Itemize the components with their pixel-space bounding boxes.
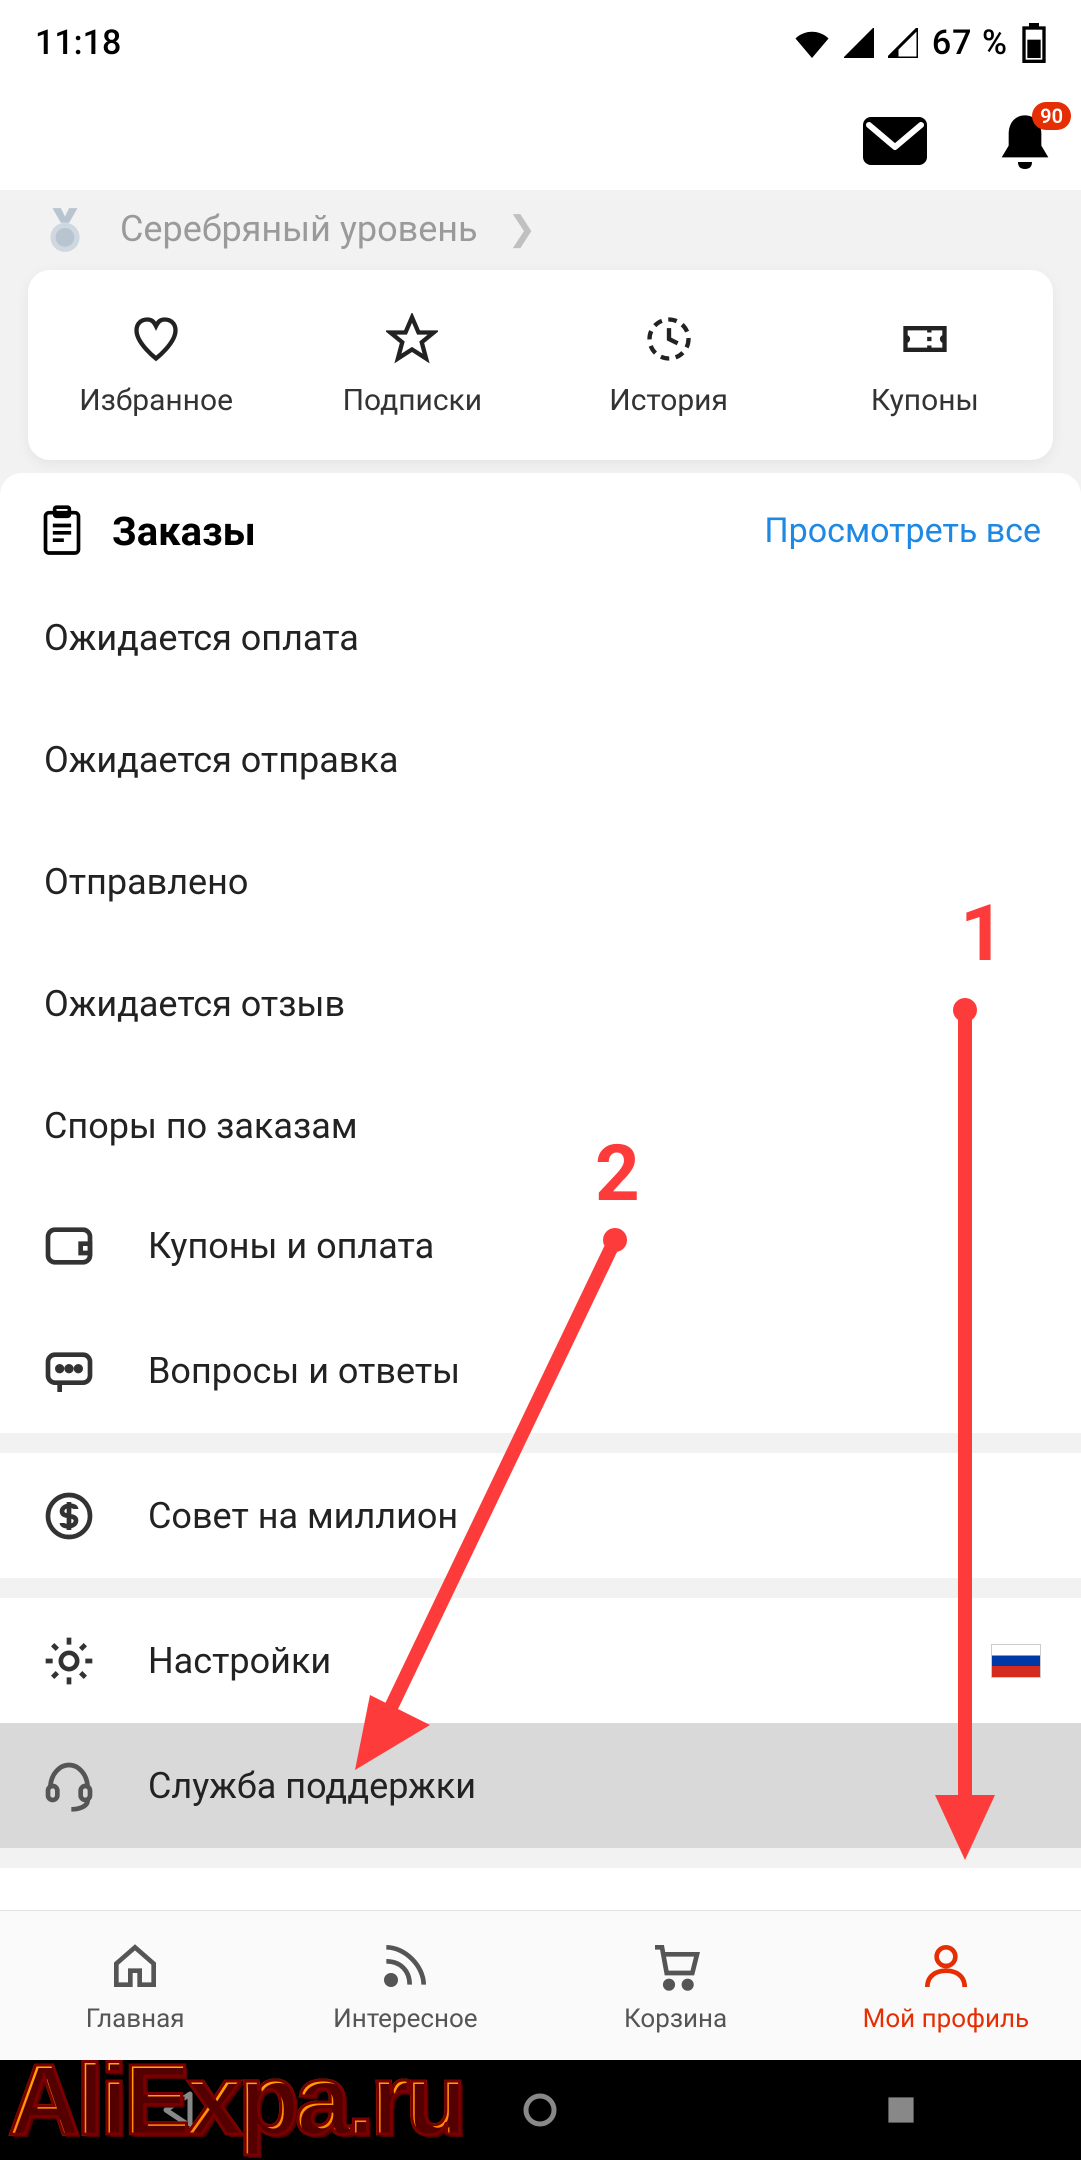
- header-icons: 90: [863, 95, 1053, 190]
- coupons-button[interactable]: Купоны: [797, 270, 1053, 460]
- messages-button[interactable]: [863, 117, 927, 169]
- dollar-icon: [41, 1488, 97, 1544]
- order-status-disputes[interactable]: Споры по заказам: [44, 1105, 1041, 1147]
- tab-profile[interactable]: Мой профиль: [811, 1911, 1081, 2060]
- menu-area: Купоны и оплата Вопросы и ответы Совет н…: [0, 1163, 1081, 1868]
- notifications-button[interactable]: 90: [997, 110, 1053, 176]
- signal-icon: [844, 28, 874, 58]
- tab-home[interactable]: Главная: [0, 1911, 270, 2060]
- battery-icon: [1022, 23, 1046, 63]
- triangle-back-icon: [160, 2090, 200, 2130]
- wallet-icon: [41, 1218, 97, 1274]
- history-button[interactable]: История: [541, 270, 797, 460]
- quick-links-card: Избранное Подписки История Купоны: [28, 270, 1053, 460]
- subscriptions-label: Подписки: [343, 383, 482, 418]
- member-level-label: Серебряный уровень: [120, 208, 478, 250]
- cart-icon: [648, 1938, 704, 1994]
- home-icon: [107, 1938, 163, 1994]
- history-icon: [643, 313, 695, 365]
- heart-icon: [130, 313, 182, 365]
- member-level-button[interactable]: Серебряный уровень ❯: [0, 194, 1081, 264]
- menu-coupons-payment[interactable]: Купоны и оплата: [0, 1183, 1081, 1308]
- orders-section: Заказы Просмотреть все Ожидается оплата …: [0, 473, 1081, 1187]
- tab-label: Главная: [86, 2004, 185, 2034]
- nav-home-button[interactable]: [516, 2086, 564, 2134]
- android-nav-bar: [0, 2060, 1081, 2160]
- star-icon: [386, 313, 438, 365]
- favorites-label: Избранное: [79, 383, 233, 418]
- gear-icon: [41, 1633, 97, 1689]
- history-label: История: [609, 383, 728, 418]
- separator: [0, 1848, 1081, 1868]
- menu-settings[interactable]: Настройки: [0, 1598, 1081, 1723]
- coupons-label: Купоны: [871, 383, 979, 418]
- order-status-shipped[interactable]: Отправлено: [44, 861, 1041, 903]
- favorites-button[interactable]: Избранное: [28, 270, 284, 460]
- menu-label: Служба поддержки: [148, 1765, 476, 1807]
- menu-support[interactable]: Служба поддержки: [0, 1723, 1081, 1848]
- nav-back-button[interactable]: [156, 2086, 204, 2134]
- tab-label: Корзина: [624, 2004, 727, 2034]
- status-time: 11:18: [35, 23, 121, 63]
- subscriptions-button[interactable]: Подписки: [284, 270, 540, 460]
- mail-icon: [863, 117, 927, 165]
- battery-text: 67 %: [932, 23, 1008, 63]
- profile-icon: [918, 1938, 974, 1994]
- status-right: 67 %: [794, 23, 1046, 63]
- view-all-orders-button[interactable]: Просмотреть все: [764, 511, 1041, 551]
- wifi-icon: [794, 28, 830, 58]
- feed-icon: [377, 1938, 433, 1994]
- menu-label: Настройки: [148, 1640, 331, 1682]
- order-status-awaiting-shipping[interactable]: Ожидается отправка: [44, 739, 1041, 781]
- tab-label: Мой профиль: [863, 2004, 1029, 2034]
- notification-badge: 90: [1032, 102, 1071, 130]
- menu-label: Купоны и оплата: [148, 1225, 434, 1267]
- chat-icon: [41, 1343, 97, 1399]
- order-status-list: Ожидается оплата Ожидается отправка Отпр…: [40, 557, 1041, 1147]
- tab-feed[interactable]: Интересное: [270, 1911, 540, 2060]
- circle-home-icon: [520, 2090, 560, 2130]
- headset-icon: [41, 1758, 97, 1814]
- status-bar: 11:18 67 %: [0, 0, 1081, 85]
- menu-label: Вопросы и ответы: [148, 1350, 460, 1392]
- order-status-awaiting-review[interactable]: Ожидается отзыв: [44, 983, 1041, 1025]
- signal-icon-2: [888, 28, 918, 58]
- separator: [0, 1578, 1081, 1598]
- menu-label: Совет на миллион: [148, 1495, 458, 1537]
- clipboard-icon: [40, 505, 84, 557]
- square-recent-icon: [883, 2092, 919, 2128]
- orders-title: Заказы: [112, 508, 736, 555]
- tab-bar: Главная Интересное Корзина Мой профиль: [0, 1910, 1081, 2060]
- tab-label: Интересное: [333, 2004, 477, 2034]
- ticket-icon: [899, 313, 951, 365]
- chevron-right-icon: ❯: [508, 209, 537, 249]
- tab-cart[interactable]: Корзина: [541, 1911, 811, 2060]
- menu-tip[interactable]: Совет на миллион: [0, 1453, 1081, 1578]
- flag-ru-icon: [991, 1644, 1041, 1678]
- nav-recent-button[interactable]: [877, 2086, 925, 2134]
- order-status-awaiting-payment[interactable]: Ожидается оплата: [44, 617, 1041, 659]
- menu-qa[interactable]: Вопросы и ответы: [0, 1308, 1081, 1433]
- medal-icon: [40, 204, 90, 254]
- separator: [0, 1433, 1081, 1453]
